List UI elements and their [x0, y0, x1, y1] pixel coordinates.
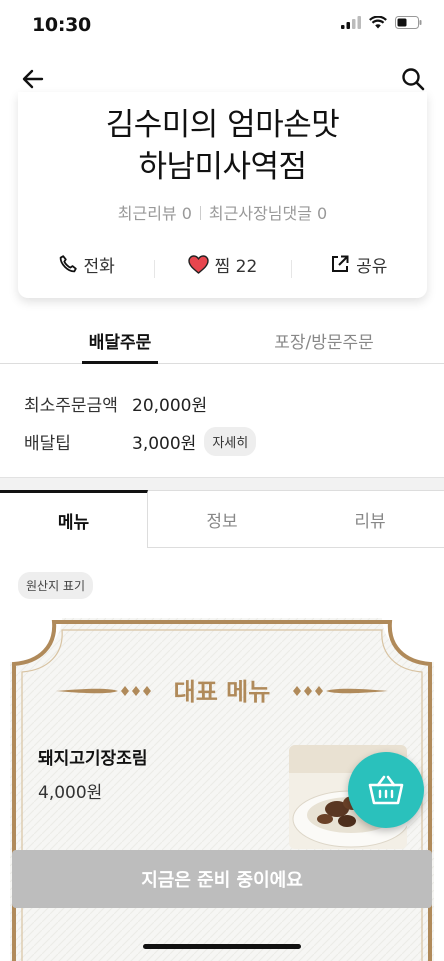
status-icons	[341, 16, 422, 29]
heart-icon	[187, 254, 209, 274]
phone-icon	[59, 255, 77, 273]
share-icon	[332, 255, 349, 272]
call-button[interactable]: 전화	[18, 252, 154, 277]
section-divider	[0, 477, 444, 491]
delivery-tip-label: 배달팁	[24, 434, 71, 454]
min-order-value: 20,000원	[132, 396, 208, 416]
home-indicator	[143, 944, 301, 949]
tab-info[interactable]: 정보	[148, 490, 296, 548]
tab-review[interactable]: 리뷰	[296, 490, 444, 548]
content-tabs: 메뉴 정보 리뷰	[0, 490, 444, 548]
share-label: 공유	[356, 256, 388, 277]
like-count: 찜 22	[214, 256, 258, 277]
store-name-line1: 김수미의 엄마손맛	[105, 107, 340, 143]
min-order-label: 최소주문금액	[24, 396, 118, 416]
owner-replies: 최근사장님댓글 0	[208, 204, 328, 223]
order-type-tabs: 배달주문 포장/방문주문	[0, 316, 444, 364]
divider	[199, 206, 201, 220]
tab-delivery[interactable]: 배달주문	[82, 328, 158, 364]
battery-icon	[395, 16, 422, 29]
store-card: 김수미의 엄마손맛 하남미사역점 최근리뷰 0 최근사장님댓글 0 전화 찜 22…	[18, 92, 427, 298]
signature-menu-title: 대표 메뉴	[174, 678, 271, 706]
order-unavailable-button[interactable]: 지금은 준비 중이에요	[12, 850, 432, 908]
delivery-tip-value: 3,000원	[132, 434, 197, 454]
back-arrow-icon	[22, 69, 44, 89]
store-name-line2: 하남미사역점	[138, 149, 307, 185]
cart-button[interactable]	[348, 752, 424, 828]
tab-pickup[interactable]: 포장/방문주문	[258, 328, 390, 353]
share-button[interactable]: 공유	[290, 252, 427, 278]
menu-item-name[interactable]: 돼지고기장조림	[38, 744, 147, 769]
store-actions: 전화 찜 22 공유	[18, 246, 427, 282]
min-order-row: 최소주문금액 20,000원	[24, 391, 207, 416]
wifi-icon	[369, 16, 387, 29]
search-button[interactable]	[398, 64, 428, 94]
delivery-tip-detail-button[interactable]: 자세히	[204, 427, 257, 456]
like-button[interactable]: 찜 22	[154, 252, 290, 278]
tab-menu[interactable]: 메뉴	[0, 490, 148, 548]
review-stats: 최근리뷰 0 최근사장님댓글 0	[18, 200, 427, 224]
store-title: 김수미의 엄마손맛 하남미사역점	[18, 104, 427, 188]
signal-icon	[341, 16, 361, 29]
status-bar: 10:30	[0, 0, 444, 54]
menu-item-price: 4,000원	[38, 783, 103, 803]
back-button[interactable]	[18, 64, 48, 94]
cart-icon	[368, 775, 404, 805]
delivery-tip-row: 배달팁 3,000원 자세히	[24, 427, 257, 456]
status-time: 10:30	[32, 14, 91, 36]
origin-label-button[interactable]: 원산지 표기	[18, 572, 94, 599]
call-label: 전화	[83, 256, 115, 277]
recent-reviews: 최근리뷰 0	[117, 204, 192, 223]
search-icon	[402, 68, 425, 91]
